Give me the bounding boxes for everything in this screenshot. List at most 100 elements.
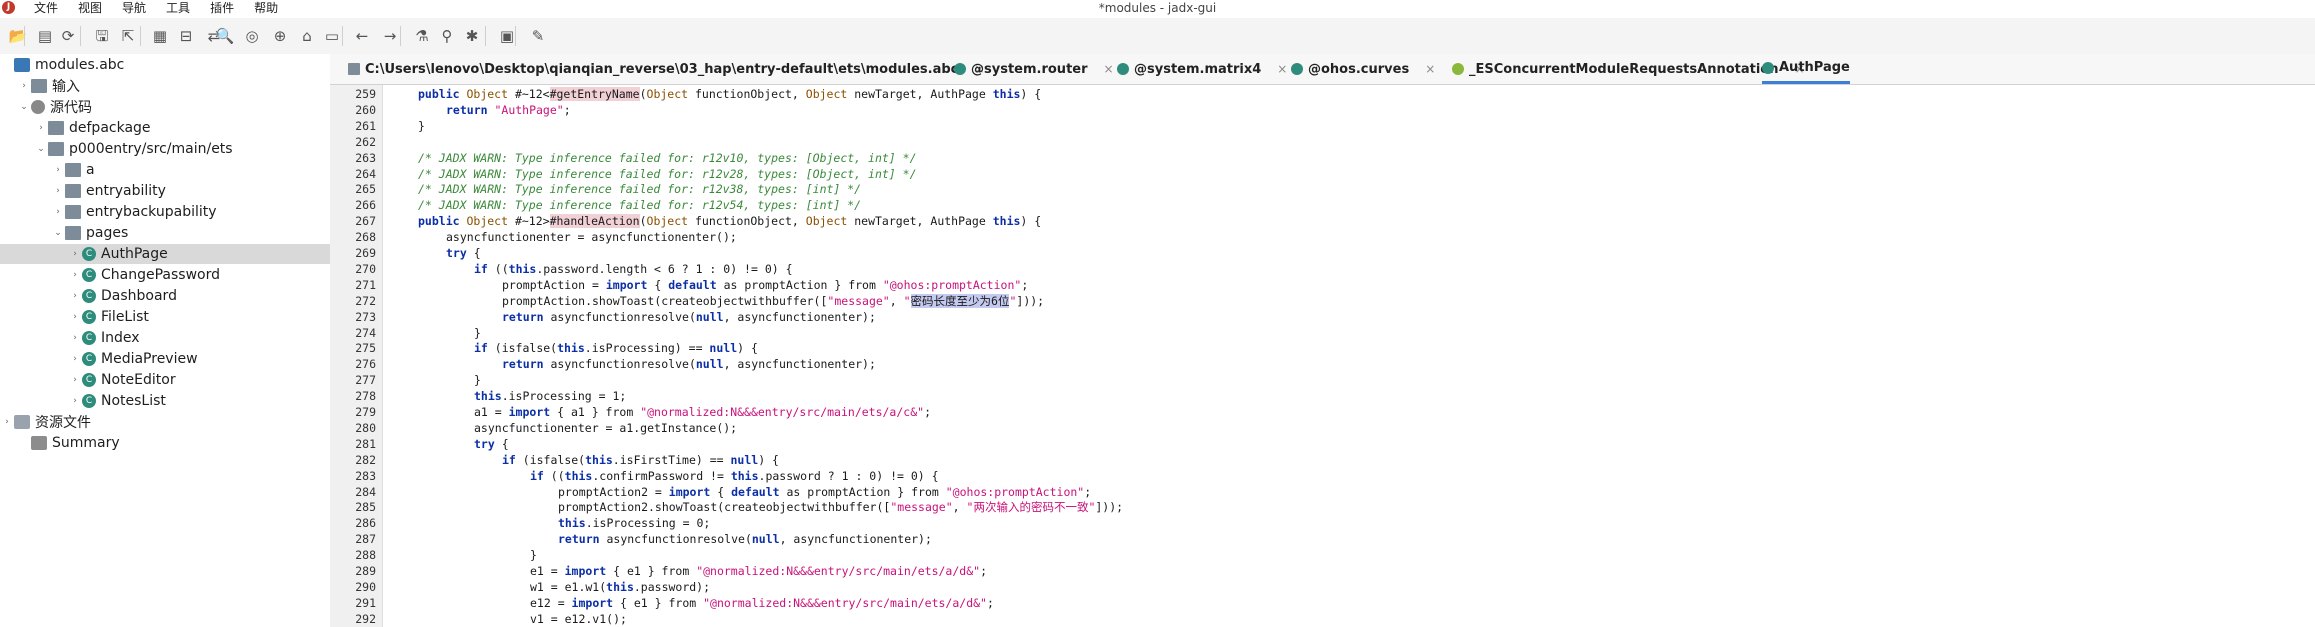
expand-toggle-icon[interactable]: ⌄ <box>17 102 31 112</box>
expand-toggle-icon[interactable]: › <box>51 186 65 196</box>
code-line[interactable]: promptAction2.showToast(createobjectwith… <box>558 499 1123 515</box>
code-line[interactable]: a1 = import { a1 } from "@normalized:N&&… <box>474 404 931 420</box>
debug-icon[interactable]: ✱ <box>462 26 482 46</box>
menu-item-2[interactable]: 导航 <box>122 0 146 16</box>
code-line[interactable]: promptAction2 = import { default as prom… <box>558 484 1091 500</box>
expand-toggle-icon[interactable]: › <box>0 417 14 427</box>
expand-toggle-icon[interactable]: › <box>68 312 82 322</box>
close-tab-icon[interactable]: × <box>1104 62 1114 76</box>
tree-item[interactable]: › 输入 <box>0 76 347 96</box>
expand-toggle-icon[interactable]: › <box>68 291 82 301</box>
expand-toggle-icon[interactable]: › <box>68 375 82 385</box>
code-line[interactable]: promptAction = import { default as promp… <box>502 277 1028 293</box>
code-line[interactable]: if ((this.password.length < 6 ? 1 : 0) !… <box>474 261 793 277</box>
code-line[interactable]: return asyncfunctionresolve(null, asyncf… <box>502 356 876 372</box>
close-tab-icon[interactable]: × <box>1277 62 1287 76</box>
tree-item[interactable]: › entryability <box>0 181 381 201</box>
code-line[interactable]: } <box>474 325 481 341</box>
expand-toggle-icon[interactable]: › <box>17 81 31 91</box>
search-icon[interactable]: 🔍 <box>215 26 235 46</box>
expand-toggle-icon[interactable]: › <box>51 165 65 175</box>
find-usages-icon[interactable]: ⊕ <box>270 26 290 46</box>
open-file-icon[interactable]: 📂 <box>8 26 28 46</box>
code-line[interactable]: public Object #~12<#getEntryName(Object … <box>418 86 1041 102</box>
menu-item-0[interactable]: 文件 <box>34 0 58 16</box>
tree-item[interactable]: Summary <box>0 433 347 453</box>
code-line[interactable]: } <box>418 118 425 134</box>
code-line[interactable]: } <box>530 547 537 563</box>
code-line[interactable]: } <box>474 372 481 388</box>
expand-toggle-icon[interactable]: › <box>68 396 82 406</box>
decompile-all-icon[interactable]: ▣ <box>497 26 517 46</box>
tree-item[interactable]: › defpackage <box>0 118 364 138</box>
jadx-app-icon[interactable]: J <box>2 1 15 14</box>
code-line[interactable]: this.isProcessing = 1; <box>474 388 626 404</box>
expand-toggle-icon[interactable]: › <box>68 354 82 364</box>
expand-toggle-icon[interactable]: › <box>34 123 48 133</box>
tree-item[interactable]: › entrybackupability <box>0 202 381 222</box>
settings-icon[interactable]: ✎ <box>528 26 548 46</box>
forward-icon[interactable]: → <box>380 26 400 46</box>
editor-tab[interactable]: C:\Users\lenovo\Desktop\qianqian_reverse… <box>348 54 984 84</box>
home-icon[interactable]: ⌂ <box>297 26 317 46</box>
code-line[interactable]: return asyncfunctionresolve(null, asyncf… <box>558 531 932 547</box>
editor-tab[interactable]: @ohos.curves × <box>1291 54 1435 84</box>
editor-tab[interactable]: AuthPage <box>1762 54 1850 84</box>
back-icon[interactable]: ← <box>352 26 372 46</box>
code-token: ) { <box>1020 214 1042 229</box>
tree-item[interactable]: › a <box>0 160 381 180</box>
find-class-icon[interactable]: ◎ <box>242 26 262 46</box>
project-tree[interactable]: modules.abc › 输入 ⌄ 源代码 › defpackage ⌄ p000entry/… <box>0 54 398 627</box>
code-line[interactable]: /* JADX WARN: Type inference failed for:… <box>418 181 861 197</box>
code-line[interactable]: /* JADX WARN: Type inference failed for:… <box>418 166 917 182</box>
save-all-icon[interactable]: 🖫 <box>92 26 112 46</box>
menu-item-5[interactable]: 帮助 <box>254 0 278 16</box>
menu-item-4[interactable]: 插件 <box>210 0 234 16</box>
code-line[interactable]: this.isProcessing = 0; <box>558 515 710 531</box>
menu-item-3[interactable]: 工具 <box>166 0 190 16</box>
code-line[interactable]: return asyncfunctionresolve(null, asyncf… <box>502 309 876 325</box>
tree-item[interactable]: modules.abc <box>0 55 330 75</box>
export-icon[interactable]: ⇱ <box>118 26 138 46</box>
tree-item[interactable]: ⌄ pages <box>0 223 381 243</box>
reload-icon[interactable]: ⟳ <box>58 26 78 46</box>
code-line[interactable]: v1 = e12.v1(); <box>530 611 627 627</box>
quark-icon[interactable]: ⚗ <box>412 26 432 46</box>
code-line[interactable]: /* JADX WARN: Type inference failed for:… <box>418 197 861 213</box>
expand-toggle-icon[interactable]: › <box>68 249 82 259</box>
code-line[interactable]: public Object #~12>#handleAction(Object … <box>418 213 1041 229</box>
expand-toggle-icon[interactable]: › <box>68 333 82 343</box>
expand-toggle-icon[interactable]: › <box>68 270 82 280</box>
code-line[interactable]: e12 = import { e1 } from "@normalized:N&… <box>530 595 994 611</box>
expand-toggle-icon[interactable]: ⌄ <box>51 228 65 238</box>
editor-tab[interactable]: @system.matrix4 × <box>1117 54 1287 84</box>
flatten-packages-icon[interactable]: ⊟ <box>176 26 196 46</box>
code-line[interactable]: e1 = import { e1 } from "@normalized:N&&… <box>530 563 987 579</box>
tree-item[interactable]: › 资源文件 <box>0 412 330 432</box>
code-line[interactable]: asyncfunctionenter = a1.getInstance(); <box>474 420 737 436</box>
close-tab-icon[interactable]: × <box>1425 62 1435 76</box>
menu-item-1[interactable]: 视图 <box>78 0 102 16</box>
code-editor[interactable]: 259 260 261 262 263 264 265 266 267 268 269 270 271 2… <box>330 85 2315 627</box>
code-line[interactable]: /* JADX WARN: Type inference failed for:… <box>418 150 917 166</box>
code-line[interactable]: if (isfalse(this.isProcessing) == null) … <box>474 340 758 356</box>
code-line[interactable]: asyncfunctionenter = asyncfunctionenter(… <box>446 229 737 245</box>
code-line[interactable]: return "AuthPage"; <box>446 102 571 118</box>
tree-item[interactable]: ⌄ 源代码 <box>0 97 347 117</box>
expand-toggle-icon[interactable]: › <box>51 207 65 217</box>
code-line[interactable]: try { <box>474 436 509 452</box>
code-line[interactable]: w1 = e1.w1(this.password); <box>530 579 710 595</box>
deobfuscation-icon[interactable]: ⚲ <box>437 26 457 46</box>
code-line[interactable]: if (isfalse(this.isFirstTime) == null) { <box>502 452 779 468</box>
editor-tab[interactable]: _ESConcurrentModuleRequestsAnnotation × <box>1452 54 1805 84</box>
log-viewer-icon[interactable]: ▭ <box>322 26 342 46</box>
code-line[interactable]: promptAction.showToast(createobjectwithb… <box>502 293 1044 309</box>
editor-tab[interactable]: @system.router × <box>954 54 1114 84</box>
add-files-icon[interactable]: ▤ <box>35 26 55 46</box>
code-line[interactable]: if ((this.confirmPassword != this.passwo… <box>530 468 939 484</box>
expand-toggle-icon[interactable]: ⌄ <box>34 144 48 154</box>
preferences-icon[interactable]: ▦ <box>150 26 170 46</box>
tree-item[interactable]: ⌄ p000entry/src/main/ets <box>0 139 364 159</box>
tree-item-label: Index <box>101 330 140 346</box>
code-line[interactable]: try { <box>446 245 481 261</box>
